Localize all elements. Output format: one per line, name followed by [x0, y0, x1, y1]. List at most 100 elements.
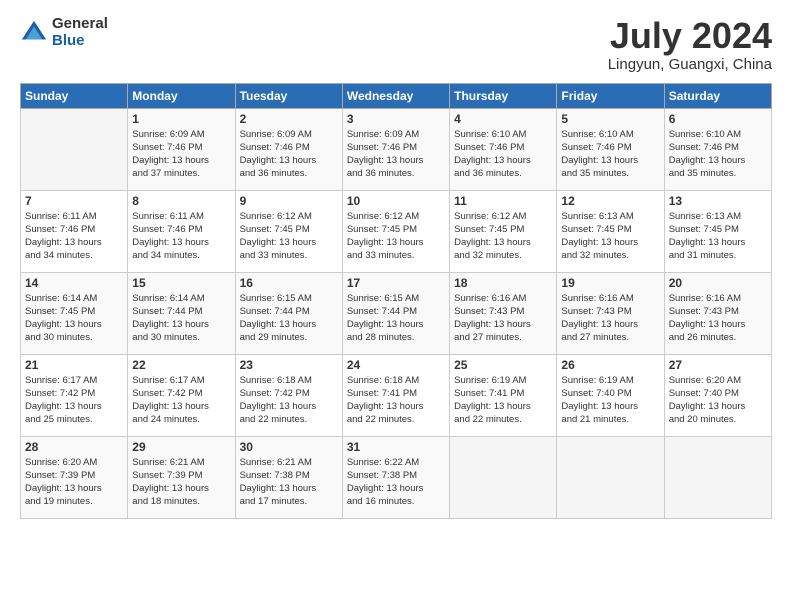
day-number: 31 — [347, 440, 445, 454]
day-info: Sunrise: 6:13 AMSunset: 7:45 PMDaylight:… — [561, 210, 659, 263]
table-row: 19 Sunrise: 6:16 AMSunset: 7:43 PMDayligh… — [557, 272, 664, 354]
day-info: Sunrise: 6:21 AMSunset: 7:38 PMDaylight:… — [240, 456, 338, 509]
table-row: 28 Sunrise: 6:20 AMSunset: 7:39 PMDayligh… — [21, 436, 128, 518]
header-saturday: Saturday — [664, 83, 771, 108]
logo-blue-text: Blue — [52, 33, 108, 50]
day-info: Sunrise: 6:19 AMSunset: 7:41 PMDaylight:… — [454, 374, 552, 427]
table-row: 18 Sunrise: 6:16 AMSunset: 7:43 PMDayligh… — [450, 272, 557, 354]
header-tuesday: Tuesday — [235, 83, 342, 108]
logo-general-text: General — [52, 16, 108, 33]
day-info: Sunrise: 6:11 AMSunset: 7:46 PMDaylight:… — [132, 210, 230, 263]
calendar-week-row: 7 Sunrise: 6:11 AMSunset: 7:46 PMDaylight… — [21, 190, 772, 272]
day-number: 8 — [132, 194, 230, 208]
table-row: 5Sunrise: 6:10 AMSunset: 7:46 PMDaylight… — [557, 108, 664, 190]
day-number: 28 — [25, 440, 123, 454]
table-row: 16Sunrise: 6:15 AMSunset: 7:44 PMDayligh… — [235, 272, 342, 354]
table-row — [664, 436, 771, 518]
calendar-week-row: 14 Sunrise: 6:14 AMSunset: 7:45 PMDayligh… — [21, 272, 772, 354]
day-number: 5 — [561, 112, 659, 126]
day-number: 4 — [454, 112, 552, 126]
day-number: 26 — [561, 358, 659, 372]
table-row: 24 Sunrise: 6:18 AMSunset: 7:41 PMDayligh… — [342, 354, 449, 436]
table-row: 20 Sunrise: 6:16 AMSunset: 7:43 PMDayligh… — [664, 272, 771, 354]
day-info: Sunrise: 6:16 AMSunset: 7:43 PMDaylight:… — [561, 292, 659, 345]
day-number: 30 — [240, 440, 338, 454]
day-info: Sunrise: 6:09 AMSunset: 7:46 PMDaylight:… — [347, 128, 445, 181]
calendar-week-row: 1 Sunrise: 6:09 AMSunset: 7:46 PMDaylight… — [21, 108, 772, 190]
table-row: 12 Sunrise: 6:13 AMSunset: 7:45 PMDayligh… — [557, 190, 664, 272]
day-number: 19 — [561, 276, 659, 290]
day-number: 17 — [347, 276, 445, 290]
header-monday: Monday — [128, 83, 235, 108]
day-number: 10 — [347, 194, 445, 208]
table-row — [557, 436, 664, 518]
day-info: Sunrise: 6:16 AMSunset: 7:43 PMDaylight:… — [669, 292, 767, 345]
day-info: Sunrise: 6:15 AMSunset: 7:44 PMDaylight:… — [347, 292, 445, 345]
table-row: 21Sunrise: 6:17 AMSunset: 7:42 PMDayligh… — [21, 354, 128, 436]
day-info: Sunrise: 6:16 AMSunset: 7:43 PMDaylight:… — [454, 292, 552, 345]
day-number: 14 — [25, 276, 123, 290]
day-info: Sunrise: 6:14 AMSunset: 7:45 PMDaylight:… — [25, 292, 123, 345]
logo-text: General Blue — [52, 16, 108, 49]
table-row: 26 Sunrise: 6:19 AMSunset: 7:40 PMDayligh… — [557, 354, 664, 436]
day-info: Sunrise: 6:09 AMSunset: 7:46 PMDaylight:… — [240, 128, 338, 181]
day-number: 22 — [132, 358, 230, 372]
calendar-table: Sunday Monday Tuesday Wednesday Thursday… — [20, 83, 772, 519]
header-thursday: Thursday — [450, 83, 557, 108]
title-area: July 2024 Lingyun, Guangxi, China — [608, 16, 772, 73]
day-info: Sunrise: 6:10 AMSunset: 7:46 PMDaylight:… — [669, 128, 767, 181]
table-row: 6 Sunrise: 6:10 AMSunset: 7:46 PMDaylight… — [664, 108, 771, 190]
day-info: Sunrise: 6:18 AMSunset: 7:42 PMDaylight:… — [240, 374, 338, 427]
header-friday: Friday — [557, 83, 664, 108]
day-number: 9 — [240, 194, 338, 208]
day-info: Sunrise: 6:13 AMSunset: 7:45 PMDaylight:… — [669, 210, 767, 263]
table-row — [450, 436, 557, 518]
day-number: 7 — [25, 194, 123, 208]
subtitle: Lingyun, Guangxi, China — [608, 56, 772, 73]
day-number: 16 — [240, 276, 338, 290]
day-number: 24 — [347, 358, 445, 372]
day-number: 12 — [561, 194, 659, 208]
day-number: 25 — [454, 358, 552, 372]
calendar-week-row: 21Sunrise: 6:17 AMSunset: 7:42 PMDayligh… — [21, 354, 772, 436]
day-info: Sunrise: 6:11 AMSunset: 7:46 PMDaylight:… — [25, 210, 123, 263]
day-number: 18 — [454, 276, 552, 290]
day-number: 20 — [669, 276, 767, 290]
calendar-week-row: 28 Sunrise: 6:20 AMSunset: 7:39 PMDayligh… — [21, 436, 772, 518]
day-number: 11 — [454, 194, 552, 208]
day-info: Sunrise: 6:17 AMSunset: 7:42 PMDaylight:… — [25, 374, 123, 427]
table-row: 14 Sunrise: 6:14 AMSunset: 7:45 PMDayligh… — [21, 272, 128, 354]
logo: General Blue — [20, 16, 108, 49]
table-row: 7 Sunrise: 6:11 AMSunset: 7:46 PMDaylight… — [21, 190, 128, 272]
day-number: 13 — [669, 194, 767, 208]
table-row: 11 Sunrise: 6:12 AMSunset: 7:45 PMDayligh… — [450, 190, 557, 272]
page: General Blue July 2024 Lingyun, Guangxi,… — [0, 0, 792, 612]
day-number: 27 — [669, 358, 767, 372]
day-info: Sunrise: 6:09 AMSunset: 7:46 PMDaylight:… — [132, 128, 230, 181]
header-wednesday: Wednesday — [342, 83, 449, 108]
day-info: Sunrise: 6:17 AMSunset: 7:42 PMDaylight:… — [132, 374, 230, 427]
day-number: 23 — [240, 358, 338, 372]
day-info: Sunrise: 6:19 AMSunset: 7:40 PMDaylight:… — [561, 374, 659, 427]
day-info: Sunrise: 6:14 AMSunset: 7:44 PMDaylight:… — [132, 292, 230, 345]
table-row: 25 Sunrise: 6:19 AMSunset: 7:41 PMDayligh… — [450, 354, 557, 436]
table-row: 29Sunrise: 6:21 AMSunset: 7:39 PMDayligh… — [128, 436, 235, 518]
day-info: Sunrise: 6:20 AMSunset: 7:39 PMDaylight:… — [25, 456, 123, 509]
table-row: 15Sunrise: 6:14 AMSunset: 7:44 PMDayligh… — [128, 272, 235, 354]
table-row: 23 Sunrise: 6:18 AMSunset: 7:42 PMDayligh… — [235, 354, 342, 436]
table-row: 22 Sunrise: 6:17 AMSunset: 7:42 PMDayligh… — [128, 354, 235, 436]
day-number: 1 — [132, 112, 230, 126]
day-info: Sunrise: 6:10 AMSunset: 7:46 PMDaylight:… — [454, 128, 552, 181]
table-row: 9Sunrise: 6:12 AMSunset: 7:45 PMDaylight… — [235, 190, 342, 272]
table-row: 1 Sunrise: 6:09 AMSunset: 7:46 PMDaylight… — [128, 108, 235, 190]
table-row: 2Sunrise: 6:09 AMSunset: 7:46 PMDaylight… — [235, 108, 342, 190]
day-info: Sunrise: 6:22 AMSunset: 7:38 PMDaylight:… — [347, 456, 445, 509]
day-info: Sunrise: 6:12 AMSunset: 7:45 PMDaylight:… — [454, 210, 552, 263]
table-row: 8 Sunrise: 6:11 AMSunset: 7:46 PMDaylight… — [128, 190, 235, 272]
table-row: 30 Sunrise: 6:21 AMSunset: 7:38 PMDayligh… — [235, 436, 342, 518]
day-info: Sunrise: 6:18 AMSunset: 7:41 PMDaylight:… — [347, 374, 445, 427]
table-row — [21, 108, 128, 190]
day-number: 6 — [669, 112, 767, 126]
day-info: Sunrise: 6:12 AMSunset: 7:45 PMDaylight:… — [347, 210, 445, 263]
day-number: 3 — [347, 112, 445, 126]
